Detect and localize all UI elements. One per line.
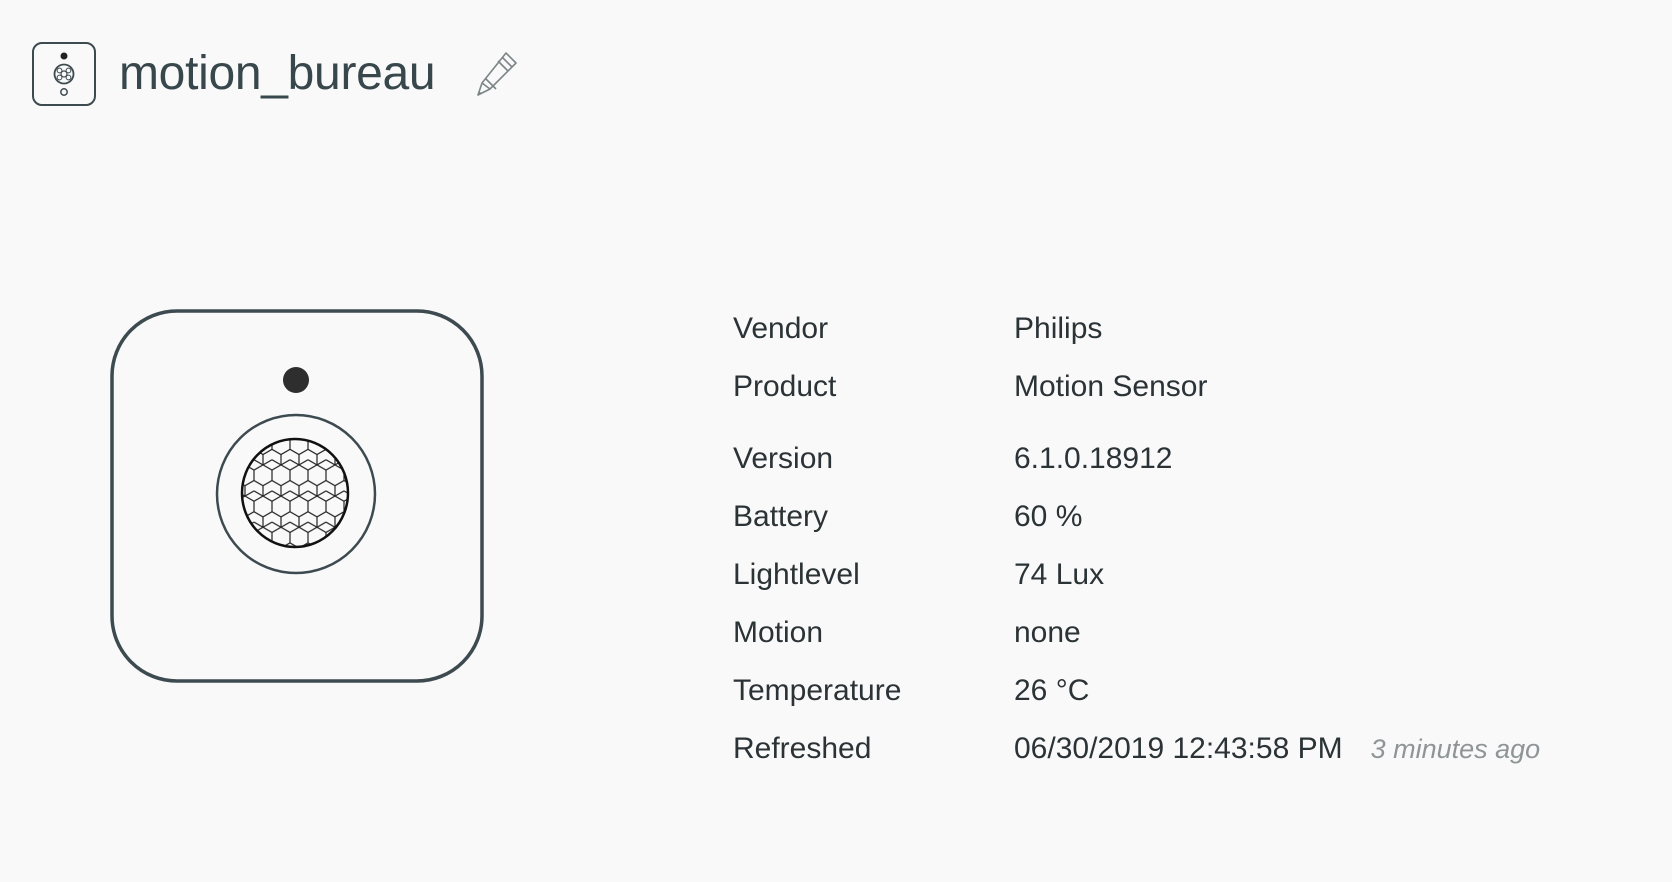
battery-label: Battery	[733, 500, 829, 533]
lightlevel-value: 74 Lux	[1014, 558, 1105, 591]
temperature-value: 26 °C	[1014, 674, 1090, 707]
refreshed-relative-time: 3 minutes ago	[1370, 734, 1541, 764]
refreshed-label: Refreshed	[733, 732, 872, 765]
lightlevel-label: Lightlevel	[733, 558, 860, 591]
product-label: Product	[733, 370, 837, 403]
info-row-version: Version 6.1.0.18912	[733, 430, 1540, 488]
vendor-label: Vendor	[733, 312, 829, 345]
refreshed-cell: 06/30/2019 12:43:58 PM 3 minutes ago	[1014, 720, 1540, 778]
product-value: Motion Sensor	[1014, 370, 1208, 403]
version-value: 6.1.0.18912	[1014, 442, 1173, 475]
info-row-refreshed: Refreshed 06/30/2019 12:43:58 PM 3 minute…	[733, 720, 1540, 778]
info-row-vendor: Vendor Philips	[733, 300, 1540, 358]
info-row-temperature: Temperature 26 °C	[733, 662, 1540, 720]
version-label: Version	[733, 442, 834, 475]
info-row-motion: Motion none	[733, 604, 1540, 662]
pencil-icon	[477, 52, 518, 96]
vendor-value: Philips	[1014, 312, 1103, 345]
refreshed-value: 06/30/2019 12:43:58 PM	[1014, 732, 1343, 765]
edit-name-button[interactable]	[473, 48, 521, 100]
motion-label: Motion	[733, 616, 824, 649]
device-name-title: motion_bureau	[119, 47, 436, 100]
battery-value: 60 %	[1014, 500, 1083, 533]
info-row-product: Product Motion Sensor	[733, 358, 1540, 430]
motion-sensor-illustration	[110, 309, 486, 685]
motion-value: none	[1014, 616, 1081, 649]
motion-sensor-icon	[32, 42, 96, 106]
info-row-battery: Battery 60 %	[733, 488, 1540, 546]
device-info-table: Vendor Philips Product Motion Sensor Ver…	[733, 300, 1540, 778]
info-row-lightlevel: Lightlevel 74 Lux	[733, 546, 1540, 604]
page-header: motion_bureau	[32, 40, 521, 108]
temperature-label: Temperature	[733, 674, 902, 707]
